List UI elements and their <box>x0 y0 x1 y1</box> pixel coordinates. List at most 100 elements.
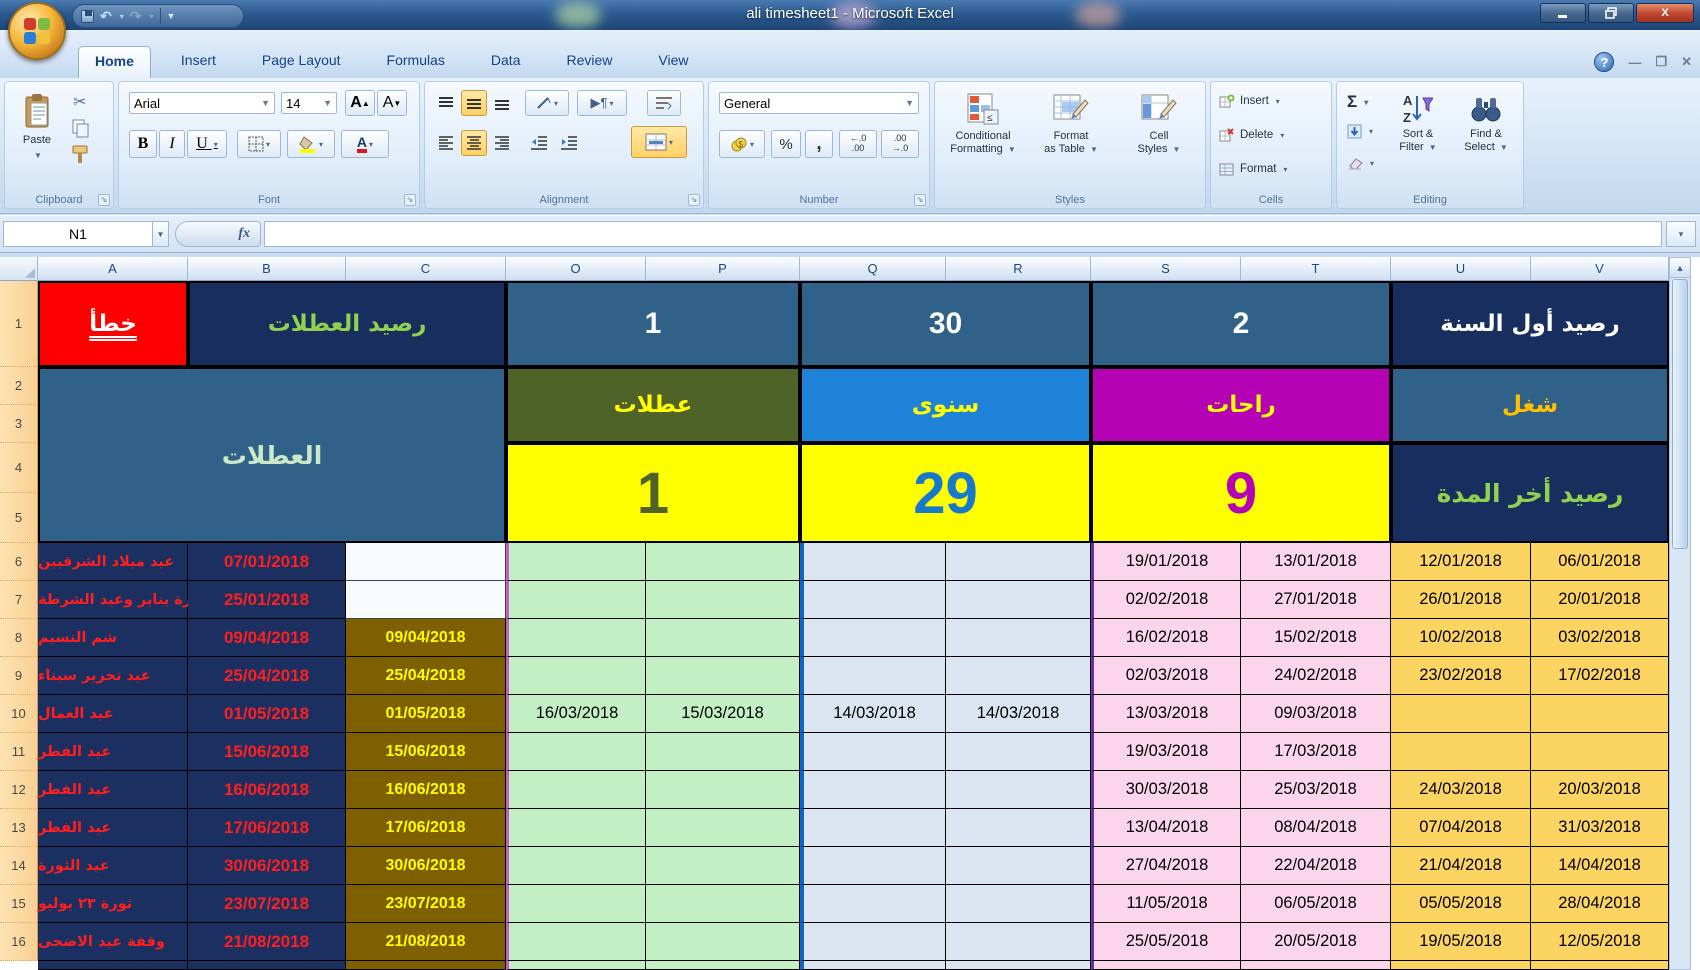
cell-S13[interactable]: 13/04/2018 <box>1091 809 1241 847</box>
cell-P14[interactable] <box>646 847 800 885</box>
decrease-decimal-button[interactable]: .00 →.0 <box>881 130 919 158</box>
row-header-5[interactable]: 5 <box>0 493 38 543</box>
cut-icon[interactable]: ✂ <box>73 92 86 112</box>
tab-view[interactable]: View <box>642 46 704 78</box>
undo-icon[interactable]: ↶ <box>100 9 112 23</box>
cell-O14[interactable] <box>506 847 646 885</box>
cell-C15[interactable]: 23/07/2018 <box>346 885 506 923</box>
cell-P13[interactable] <box>646 809 800 847</box>
merge-center-button[interactable]: ▾ <box>631 126 687 158</box>
cell-U7[interactable]: 26/01/2018 <box>1391 581 1531 619</box>
cell-C14[interactable]: 30/06/2018 <box>346 847 506 885</box>
cell-A6[interactable]: عيد ميلاد الشرقيين <box>38 543 188 581</box>
sort-filter-button[interactable]: AZ Sort & Filter ▼ <box>1385 86 1451 186</box>
tab-page-layout[interactable]: Page Layout <box>246 46 357 78</box>
row-header-16[interactable]: 16 <box>0 923 38 961</box>
workbook-minimize-icon[interactable]: — <box>1628 55 1641 70</box>
find-select-button[interactable]: Find & Select ▼ <box>1453 86 1519 186</box>
cell-O10[interactable]: 16/03/2018 <box>506 695 646 733</box>
align-middle-icon[interactable] <box>461 90 487 116</box>
cell-T9[interactable]: 24/02/2018 <box>1241 657 1391 695</box>
orientation-button[interactable]: ▾ <box>525 90 569 116</box>
cell-U6[interactable]: 12/01/2018 <box>1391 543 1531 581</box>
cell-A15[interactable]: ثورة ٢٣ يوليو <box>38 885 188 923</box>
cell-T6[interactable]: 13/01/2018 <box>1241 543 1391 581</box>
vertical-scrollbar[interactable]: ▲ <box>1669 257 1691 970</box>
tab-home[interactable]: Home <box>78 46 151 78</box>
cell-S16[interactable]: 25/05/2018 <box>1091 923 1241 961</box>
cell-U14[interactable]: 21/04/2018 <box>1391 847 1531 885</box>
cell-R10[interactable]: 14/03/2018 <box>946 695 1091 733</box>
help-icon[interactable]: ? <box>1594 52 1615 72</box>
cell-O4[interactable]: 1 <box>506 443 800 543</box>
cell-V14[interactable]: 14/04/2018 <box>1531 847 1669 885</box>
row-header-4[interactable]: 4 <box>0 443 38 493</box>
number-format-combo[interactable]: General ▼ <box>719 92 919 114</box>
scrollbar-thumb[interactable] <box>1672 279 1688 549</box>
borders-button[interactable]: ▾ <box>237 130 281 158</box>
cell-P9[interactable] <box>646 657 800 695</box>
accounting-format-button[interactable]: $ ▾ <box>719 130 765 158</box>
cell-B1-holiday-balance[interactable]: رصيد العطلات <box>188 281 506 367</box>
format-as-table-button[interactable]: Format as Table ▼ <box>1029 86 1113 186</box>
cell-Q13[interactable] <box>800 809 946 847</box>
shrink-font-button[interactable]: A ▼ <box>377 90 407 116</box>
row-header-10[interactable]: 10 <box>0 695 38 733</box>
column-header-A[interactable]: A <box>38 257 188 281</box>
cell-U10[interactable] <box>1391 695 1531 733</box>
number-dialog-launcher[interactable]: ⇘ <box>914 194 926 206</box>
cell-Q12[interactable] <box>800 771 946 809</box>
comma-style-button[interactable]: , <box>805 130 833 158</box>
cell-S15[interactable]: 11/05/2018 <box>1091 885 1241 923</box>
cell-V10[interactable] <box>1531 695 1669 733</box>
cell-S10[interactable]: 13/03/2018 <box>1091 695 1241 733</box>
cell-Q16[interactable] <box>800 923 946 961</box>
cell-S7[interactable]: 02/02/2018 <box>1091 581 1241 619</box>
cell-T14[interactable]: 22/04/2018 <box>1241 847 1391 885</box>
column-header-S[interactable]: S <box>1091 257 1241 281</box>
column-header-T[interactable]: T <box>1241 257 1391 281</box>
tab-insert[interactable]: Insert <box>165 46 232 78</box>
cell-V12[interactable]: 20/03/2018 <box>1531 771 1669 809</box>
workbook-restore-icon[interactable]: ❐ <box>1655 54 1667 70</box>
cell-R8[interactable] <box>946 619 1091 657</box>
cell-C6[interactable] <box>346 543 506 581</box>
decrease-indent-icon[interactable] <box>525 130 553 156</box>
row-header-12[interactable]: 12 <box>0 771 38 809</box>
cell-Q10[interactable]: 14/03/2018 <box>800 695 946 733</box>
cell-V7[interactable]: 20/01/2018 <box>1531 581 1669 619</box>
cell-P16[interactable] <box>646 923 800 961</box>
font-color-button[interactable]: A ▾ <box>341 130 389 158</box>
save-icon[interactable] <box>81 9 94 23</box>
insert-cells-button[interactable]: Insert ▾ <box>1219 94 1280 108</box>
italic-button[interactable]: I <box>159 130 185 158</box>
cell-A2-holidays-block[interactable]: العطلات <box>38 367 506 543</box>
cell-R9[interactable] <box>946 657 1091 695</box>
cell-T10[interactable]: 09/03/2018 <box>1241 695 1391 733</box>
cell-Q2[interactable]: سنوى <box>800 367 1091 443</box>
minimize-button[interactable] <box>1540 3 1586 23</box>
cell-T15[interactable]: 06/05/2018 <box>1241 885 1391 923</box>
cell-S14[interactable]: 27/04/2018 <box>1091 847 1241 885</box>
cell-O11[interactable] <box>506 733 646 771</box>
cell-O8[interactable] <box>506 619 646 657</box>
cell-S8[interactable]: 16/02/2018 <box>1091 619 1241 657</box>
cell-O12[interactable] <box>506 771 646 809</box>
align-top-icon[interactable] <box>433 90 459 116</box>
format-painter-icon[interactable] <box>71 144 91 166</box>
formula-bar-expand-icon[interactable]: ▾ <box>1666 221 1696 247</box>
cell-C11[interactable]: 15/06/2018 <box>346 733 506 771</box>
redo-icon[interactable]: ↷ <box>130 9 142 23</box>
cell-Q8[interactable] <box>800 619 946 657</box>
column-header-U[interactable]: U <box>1391 257 1531 281</box>
font-name-combo[interactable]: Arial ▼ <box>129 92 275 114</box>
cell-B9[interactable]: 25/04/2018 <box>188 657 346 695</box>
format-cells-button[interactable]: Format ▾ <box>1219 162 1287 176</box>
tab-formulas[interactable]: Formulas <box>371 46 461 78</box>
column-header-R[interactable]: R <box>946 257 1091 281</box>
cell-O9[interactable] <box>506 657 646 695</box>
cell-Q14[interactable] <box>800 847 946 885</box>
cell-Q1[interactable]: 30 <box>800 281 1091 367</box>
name-box[interactable]: N1 <box>3 221 153 247</box>
increase-decimal-button[interactable]: ←.0.00 <box>839 130 877 158</box>
